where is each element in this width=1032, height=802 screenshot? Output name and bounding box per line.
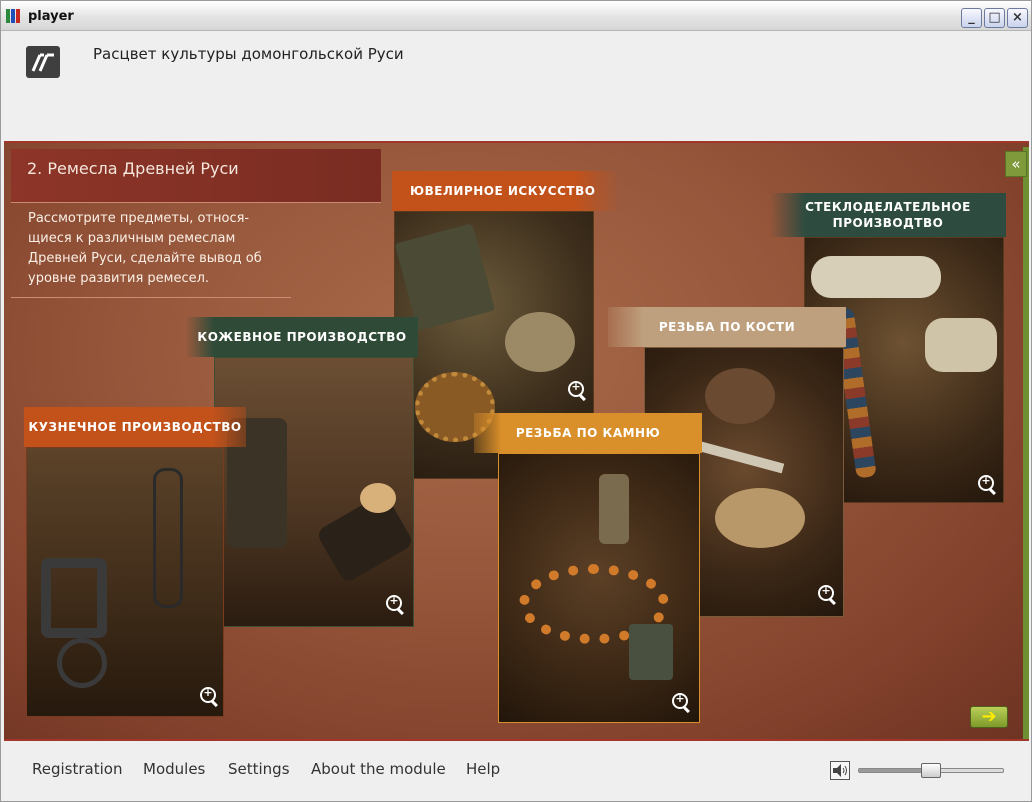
- instruction-divider: [11, 297, 291, 298]
- minimize-icon: _: [968, 10, 975, 25]
- logo-glyph: [31, 53, 54, 72]
- blacksmith-photo: [26, 447, 224, 717]
- instruction-text: Рассмотрите предметы, относя-щиеся к раз…: [28, 211, 262, 286]
- lock-shape: [41, 558, 107, 638]
- player-window: player _ □ × Расцвет культуры домонгольс…: [0, 0, 1032, 802]
- scroll-shape: [811, 256, 941, 298]
- bowl-shape: [505, 312, 575, 372]
- app-icon: [6, 9, 24, 23]
- stage-edge: [1023, 147, 1029, 739]
- zoom-icon[interactable]: [672, 692, 688, 709]
- card-leather-label: КОЖЕВНОЕ ПРОИЗВОДСТВО: [186, 317, 418, 357]
- zoom-icon[interactable]: [386, 594, 402, 611]
- zoom-icon[interactable]: [818, 584, 834, 601]
- menu-settings[interactable]: Settings: [228, 760, 290, 778]
- zoom-icon[interactable]: [568, 380, 584, 397]
- module-header: Расцвет культуры домонгольской Руси: [3, 32, 1029, 141]
- cylinder-shape: [599, 474, 629, 544]
- wood-shape: [360, 483, 396, 513]
- ring-shape: [57, 638, 107, 688]
- maximize-button[interactable]: □: [984, 8, 1005, 28]
- card-blacksmith-label: КУЗНЕЧНОЕ ПРОИЗВОДСТВО: [24, 407, 246, 447]
- minimize-button[interactable]: _: [961, 8, 982, 28]
- card-glass-label: СТЕКЛОДЕЛАТЕЛЬНОЕ ПРОИЗВОДТВО: [770, 193, 1006, 237]
- card-blacksmith[interactable]: КУЗНЕЧНОЕ ПРОИЗВОДСТВО: [24, 407, 246, 719]
- scroll-shape-2: [925, 318, 997, 372]
- module-logo-icon: [26, 46, 60, 78]
- card-bone-label: РЕЗЬБА ПО КОСТИ: [608, 307, 846, 347]
- maximize-icon: □: [988, 10, 1001, 25]
- lesson-stage: « 2. Ремесла Древней Руси Рассмотрите пр…: [4, 141, 1029, 741]
- speaker-icon[interactable]: [830, 761, 850, 780]
- course-title: Расцвет культуры домонгольской Руси: [93, 45, 404, 63]
- speaker-glyph: [833, 764, 847, 777]
- section-header: 2. Ремесла Древней Руси: [11, 149, 381, 203]
- collapse-panel-button[interactable]: «: [1005, 151, 1027, 177]
- next-arrow-button[interactable]: ➔: [970, 706, 1008, 728]
- keys-shape: [153, 468, 183, 608]
- icon-stone-shape: [629, 624, 673, 680]
- volume-slider[interactable]: [858, 763, 1004, 778]
- menu-registration[interactable]: Registration: [32, 760, 122, 778]
- window-title: player: [28, 9, 74, 24]
- title-bar[interactable]: player _ □ ×: [1, 1, 1031, 31]
- close-icon: ×: [1012, 10, 1023, 25]
- close-button[interactable]: ×: [1007, 8, 1028, 28]
- bone-block-shape: [705, 368, 775, 424]
- card-stone[interactable]: РЕЗЬБА ПО КАМНЮ: [474, 413, 702, 725]
- zoom-icon[interactable]: [200, 686, 216, 703]
- carving-shape: [715, 488, 805, 548]
- menu-modules[interactable]: Modules: [143, 760, 205, 778]
- menu-about[interactable]: About the module: [311, 760, 446, 778]
- book-shape: [395, 223, 496, 331]
- section-title: 2. Ремесла Древней Руси: [27, 159, 239, 178]
- card-jewelry-label: ЮВЕЛИРНОЕ ИСКУССТВО: [392, 171, 620, 211]
- footer-bar: Registration Modules Settings About the …: [3, 743, 1029, 801]
- card-stone-label: РЕЗЬБА ПО КАМНЮ: [474, 413, 702, 453]
- volume-thumb[interactable]: [921, 763, 941, 778]
- zoom-icon[interactable]: [978, 474, 994, 491]
- stone-photo: [498, 453, 700, 723]
- menu-help[interactable]: Help: [466, 760, 500, 778]
